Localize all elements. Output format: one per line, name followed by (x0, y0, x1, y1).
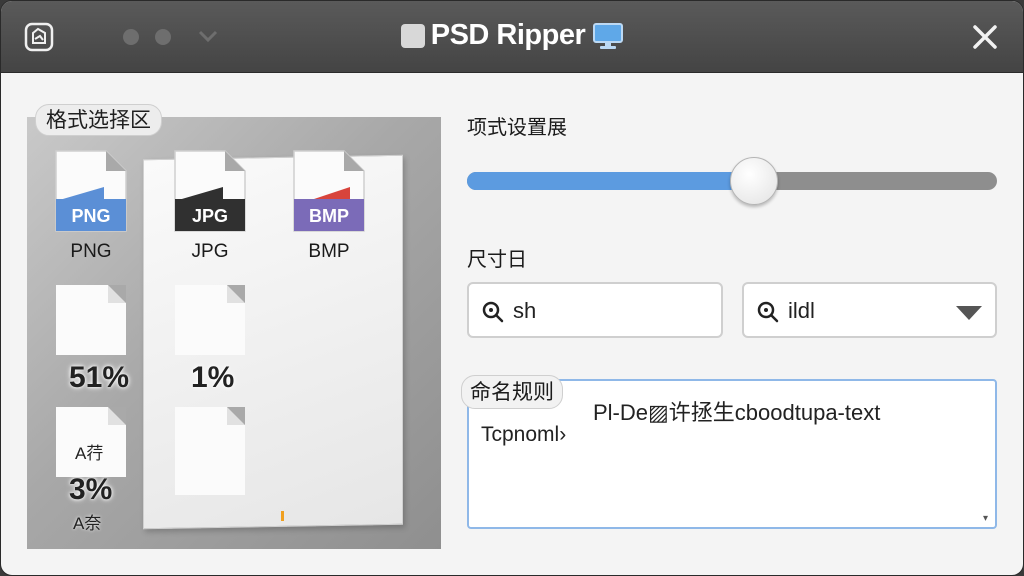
window-title-row: PSD Ripper (1, 19, 1023, 56)
placeholder-file-4[interactable] (175, 407, 245, 495)
close-icon[interactable] (967, 19, 1003, 55)
size-label: 尺寸日 (467, 247, 527, 271)
format-panel: PNG PNG JPG JPG BMP BMP (27, 117, 441, 549)
naming-rule-text-line1: Pl-De▨许拯生cboodtupa-text (593, 400, 881, 425)
jpg-file-icon: JPG (174, 150, 246, 232)
placeholder-1-percent: 51% (69, 361, 130, 394)
bmp-label: BMP (308, 241, 350, 262)
format-bmp[interactable]: BMP BMP (292, 149, 366, 262)
placeholder-file-1[interactable] (56, 285, 126, 355)
png-file-icon: PNG (55, 150, 127, 232)
format-section-label: 格式选择区 (35, 104, 162, 136)
search-icon (757, 301, 779, 323)
search-left-value: sh (513, 298, 537, 323)
png-label: PNG (70, 241, 112, 262)
bmp-file-icon: BMP (293, 150, 365, 232)
slider-label: 项式设置展 (467, 115, 567, 139)
search-icon (482, 301, 504, 323)
quality-slider-fill (467, 172, 757, 190)
monitor-icon (593, 22, 624, 49)
jpg-label: JPG (191, 241, 229, 262)
window-title: PSD Ripper (430, 19, 586, 51)
search-dropdown-right[interactable]: ildl (742, 282, 997, 338)
naming-rule-text-line2: Tcpnoml› (481, 423, 567, 446)
format-png[interactable]: PNG PNG (54, 149, 128, 262)
bmp-badge: BMP (309, 206, 349, 226)
title-bar: PSD Ripper (1, 1, 1023, 73)
placeholder-file-2[interactable] (175, 285, 245, 355)
orange-marker (281, 511, 284, 521)
title-square-icon (400, 23, 425, 48)
png-badge: PNG (71, 206, 110, 226)
placeholder-2-percent: 1% (191, 361, 235, 394)
search-input-left[interactable]: sh (467, 282, 723, 338)
quality-slider-knob[interactable] (730, 157, 778, 205)
naming-rule-label: 命名规则 (461, 375, 563, 409)
resize-handle-icon[interactable]: ▾ (983, 513, 988, 524)
placeholder-3-top-text: A荇 (75, 444, 104, 463)
format-jpg[interactable]: JPG JPG (173, 149, 247, 262)
placeholder-3-bottom-text: A‌‌奈 (73, 514, 102, 533)
placeholder-3-percent: 3% (69, 473, 113, 506)
dropdown-caret-icon[interactable] (955, 304, 983, 322)
jpg-badge: JPG (192, 206, 228, 226)
search-right-value: ildl (788, 298, 815, 323)
app-window: PSD Ripper PNG PNG JPG JPG BMP BMP 51% 1… (0, 0, 1024, 576)
